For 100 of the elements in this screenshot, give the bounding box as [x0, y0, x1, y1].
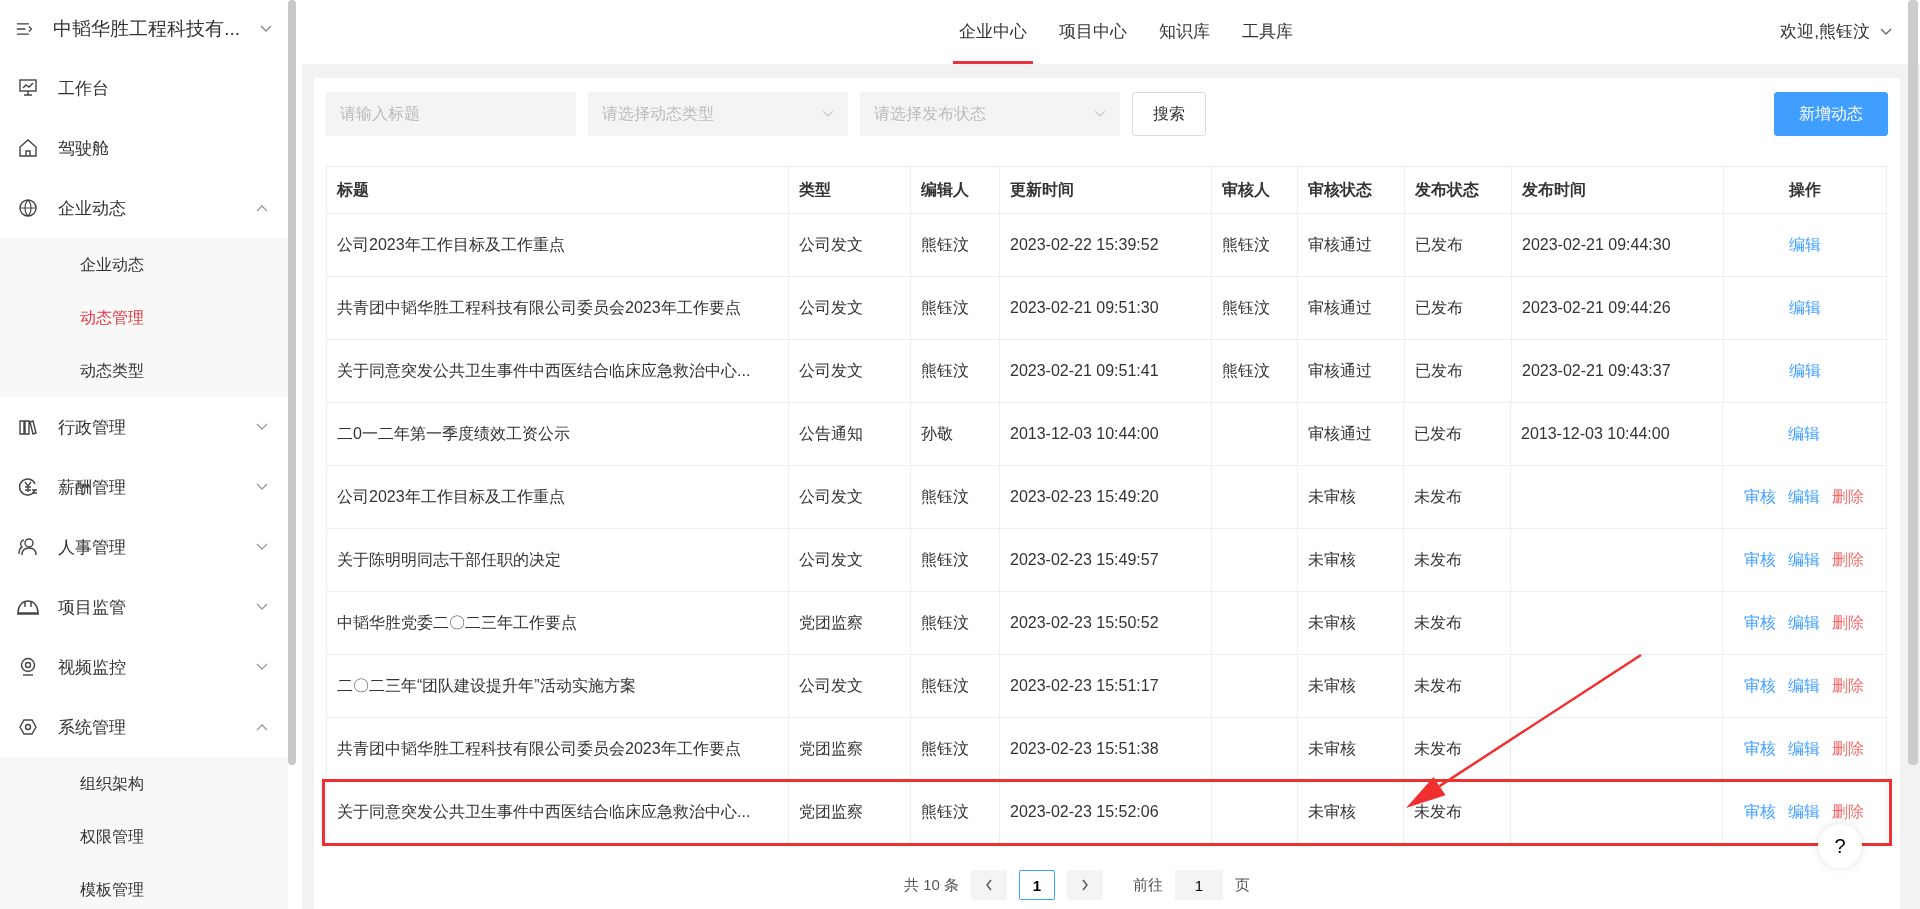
table-cell: 未发布 — [1404, 466, 1511, 528]
table-cell: 未审核 — [1297, 466, 1404, 528]
table-cell: 未审核 — [1297, 718, 1404, 780]
table-cell: 熊钰汶 — [911, 214, 1000, 276]
delete-link[interactable]: 删除 — [1831, 675, 1864, 697]
type-select[interactable]: 请选择动态类型 — [588, 92, 848, 136]
total-count: 共 10 条 — [904, 875, 959, 895]
menu-item[interactable]: 行政管理 — [0, 397, 288, 457]
menu-item[interactable]: 系统管理 — [0, 697, 288, 757]
edit-link[interactable]: 编辑 — [1787, 675, 1820, 697]
table-cell: 熊钰汶 — [1212, 277, 1298, 339]
delete-link[interactable]: 删除 — [1831, 801, 1864, 823]
table-cell: 熊钰汶 — [911, 718, 1000, 780]
menu-item[interactable]: 视频监控 — [0, 637, 288, 697]
table-cell: 熊钰汶 — [1212, 214, 1298, 276]
delete-link[interactable]: 删除 — [1831, 549, 1864, 571]
edit-link[interactable]: 编辑 — [1787, 486, 1820, 508]
table-cell: 熊钰汶 — [1212, 340, 1298, 402]
nav-tab[interactable]: 工具库 — [1236, 0, 1299, 64]
table-cell: 公司发文 — [789, 466, 911, 528]
table-cell: 二0一二年第一季度绩效工资公示 — [327, 403, 789, 465]
column-header: 类型 — [789, 167, 911, 213]
table-cell: 熊钰汶 — [911, 466, 1000, 528]
table-cell: 公司发文 — [789, 214, 911, 276]
table-cell: 审核通过 — [1298, 340, 1405, 402]
column-header: 审核人 — [1212, 167, 1298, 213]
table-cell: 审核通过 — [1298, 277, 1405, 339]
table-cell: 审核通过 — [1297, 403, 1404, 465]
delete-link[interactable]: 删除 — [1831, 612, 1864, 634]
table-cell: 公司发文 — [789, 529, 911, 591]
edit-link[interactable]: 编辑 — [1789, 234, 1821, 256]
table-cell: 未审核 — [1297, 529, 1404, 591]
table-cell: 2023-02-23 15:49:57 — [1000, 529, 1212, 591]
table-cell: 2013-12-03 10:44:00 — [1511, 403, 1723, 465]
table-cell: 党团监察 — [789, 718, 911, 780]
column-header: 编辑人 — [911, 167, 1000, 213]
menu-item[interactable]: 企业动态 — [0, 178, 288, 238]
table-cell: 熊钰汶 — [911, 655, 1000, 717]
page-button[interactable]: 1 — [1019, 870, 1055, 900]
review-link[interactable]: 审核 — [1743, 738, 1776, 760]
table-cell: 2023-02-23 15:50:52 — [1000, 592, 1212, 654]
menu-item[interactable]: 驾驶舱 — [0, 118, 288, 178]
table-cell: 2023-02-23 15:51:17 — [1000, 655, 1212, 717]
table-cell: 关于同意突发公共卫生事件中西医结合临床应急救治中心... — [327, 340, 789, 402]
menu-item[interactable]: 人事管理 — [0, 517, 288, 577]
nav-tab[interactable]: 项目中心 — [1053, 0, 1133, 64]
table-cell: 熊钰汶 — [911, 529, 1000, 591]
edit-link[interactable]: 编辑 — [1789, 360, 1821, 382]
submenu-item[interactable]: 动态类型 — [0, 344, 288, 397]
user-menu[interactable]: 欢迎,熊钰汶 — [1780, 20, 1892, 43]
table-cell: 2023-02-22 15:39:52 — [1000, 214, 1212, 276]
table-cell: 党团监察 — [789, 592, 911, 654]
title-search-field[interactable]: 请输入标题 — [326, 92, 576, 136]
table-cell: 公司发文 — [789, 277, 911, 339]
table-cell: 公司发文 — [789, 655, 911, 717]
edit-link[interactable]: 编辑 — [1787, 612, 1820, 634]
table-cell: 未发布 — [1404, 529, 1511, 591]
delete-link[interactable]: 删除 — [1831, 738, 1864, 760]
table-cell: 未发布 — [1404, 655, 1511, 717]
table-cell: 公司2023年工作目标及工作重点 — [327, 214, 789, 276]
table-cell: 未审核 — [1297, 655, 1404, 717]
edit-link[interactable]: 编辑 — [1789, 297, 1821, 319]
search-button[interactable]: 搜索 — [1132, 92, 1206, 136]
submenu-item[interactable]: 动态管理 — [0, 291, 288, 344]
table-cell: 2023-02-21 09:51:30 — [1000, 277, 1212, 339]
column-header: 更新时间 — [1000, 167, 1212, 213]
column-header: 发布时间 — [1512, 167, 1724, 213]
table-cell: 熊钰汶 — [911, 277, 1000, 339]
review-link[interactable]: 审核 — [1743, 675, 1776, 697]
review-link[interactable]: 审核 — [1743, 486, 1776, 508]
page-field[interactable]: 1 — [1175, 870, 1223, 900]
edit-link[interactable]: 编辑 — [1787, 549, 1820, 571]
table-cell: 关于陈明明同志干部任职的决定 — [327, 529, 789, 591]
table-cell: 公司发文 — [789, 340, 911, 402]
submenu-item[interactable]: 模板管理 — [0, 863, 288, 909]
table-cell: 孙敬 — [911, 403, 1000, 465]
column-header: 标题 — [327, 167, 789, 213]
nav-tab[interactable]: 企业中心 — [953, 0, 1033, 64]
edit-link[interactable]: 编辑 — [1787, 801, 1820, 823]
review-link[interactable]: 审核 — [1743, 801, 1776, 823]
table-cell: 2023-02-23 15:52:06 — [1000, 781, 1212, 843]
delete-link[interactable]: 删除 — [1831, 486, 1864, 508]
review-link[interactable]: 审核 — [1743, 549, 1776, 571]
submenu-item[interactable]: 组织架构 — [0, 757, 288, 810]
add-button[interactable]: 新增动态 — [1774, 92, 1888, 136]
table-cell: 未审核 — [1297, 592, 1404, 654]
submenu-item[interactable]: 企业动态 — [0, 238, 288, 291]
menu-item[interactable]: 工作台 — [0, 58, 288, 118]
table-cell: 2023-02-21 09:44:26 — [1512, 277, 1724, 339]
edit-link[interactable]: 编辑 — [1787, 738, 1820, 760]
submenu-item[interactable]: 权限管理 — [0, 810, 288, 863]
menu-item[interactable]: 项目监管 — [0, 577, 288, 637]
table-cell: 党团监察 — [789, 781, 911, 843]
table-cell: 关于同意突发公共卫生事件中西医结合临床应急救治中心... — [327, 781, 789, 843]
table-cell: 公告通知 — [789, 403, 911, 465]
edit-link[interactable]: 编辑 — [1788, 423, 1820, 445]
menu-item[interactable]: 薪酬管理 — [0, 457, 288, 517]
nav-tab[interactable]: 知识库 — [1153, 0, 1216, 64]
review-link[interactable]: 审核 — [1743, 612, 1776, 634]
status-select[interactable]: 请选择发布状态 — [860, 92, 1120, 136]
